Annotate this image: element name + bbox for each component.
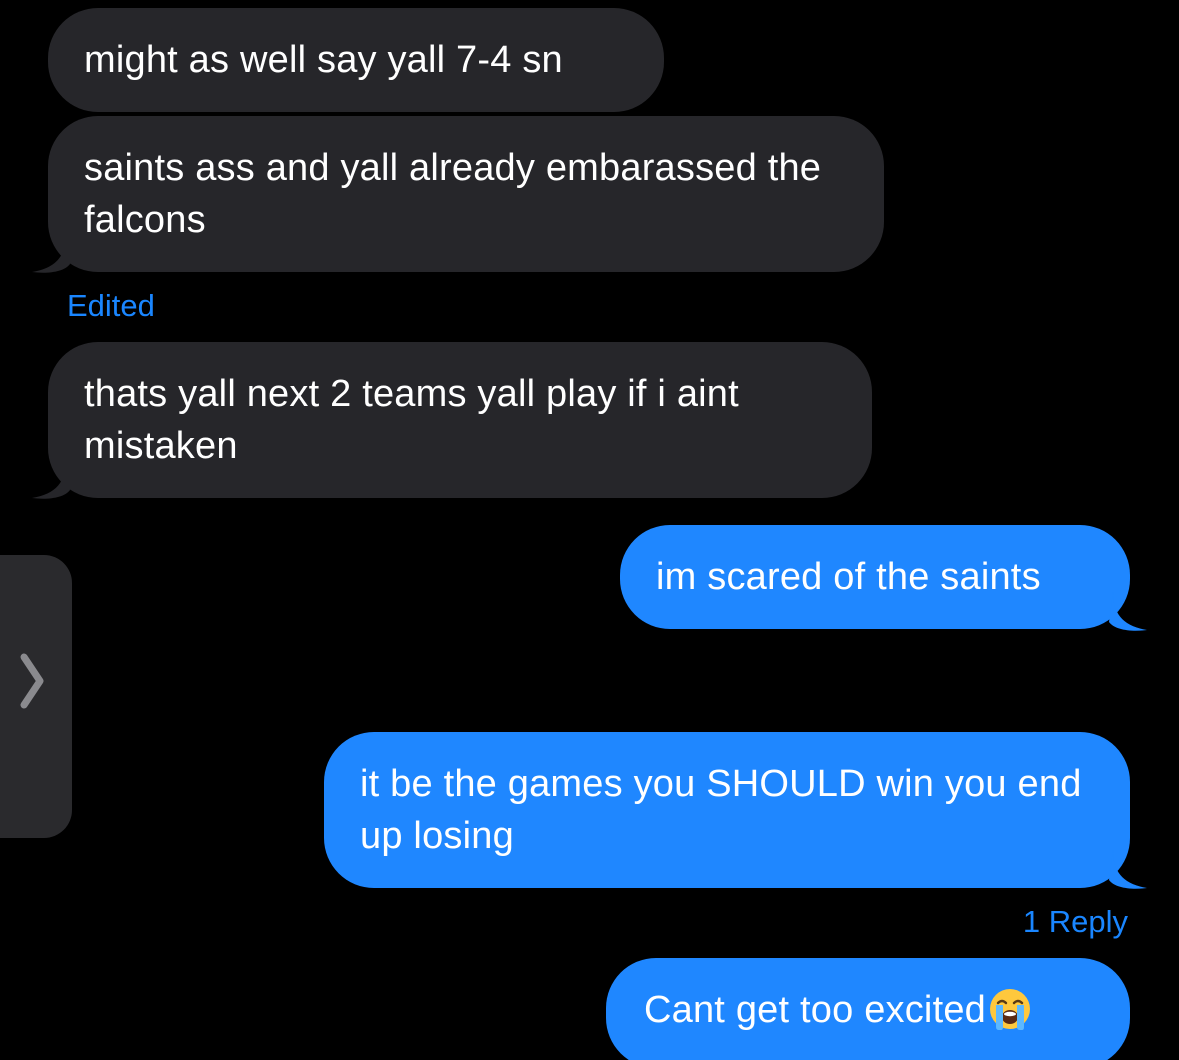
message-bubble-incoming[interactable]: saints ass and yall already embarassed t… [48, 116, 884, 272]
message-bubble-outgoing[interactable]: Cant get too excited [606, 958, 1130, 1060]
message-text: Cant get too excited [644, 989, 986, 1031]
bubble-tail [32, 460, 70, 499]
message-bubble-incoming[interactable]: might as well say yall 7-4 sn [48, 8, 664, 112]
bubble-tail [1109, 850, 1147, 889]
edited-label: Edited [67, 288, 155, 323]
message-text: im scared of the saints [656, 556, 1041, 598]
reply-count-link[interactable]: 1 Reply [1023, 904, 1128, 940]
chevron-right-icon [20, 653, 44, 709]
message-text: it be the games you SHOULD win you end u… [360, 763, 1082, 857]
message-text: thats yall next 2 teams yall play if i a… [84, 373, 739, 467]
bubble-tail [1109, 592, 1147, 631]
message-text: might as well say yall 7-4 sn [84, 39, 563, 81]
loudly-crying-face-icon [990, 988, 1030, 1030]
side-panel-tab[interactable] [0, 555, 72, 838]
message-bubble-outgoing[interactable]: it be the games you SHOULD win you end u… [324, 732, 1130, 888]
bubble-tail [32, 234, 70, 273]
message-bubble-outgoing[interactable]: im scared of the saints [620, 525, 1130, 629]
message-text: saints ass and yall already embarassed t… [84, 147, 822, 241]
message-bubble-incoming[interactable]: thats yall next 2 teams yall play if i a… [48, 342, 872, 498]
